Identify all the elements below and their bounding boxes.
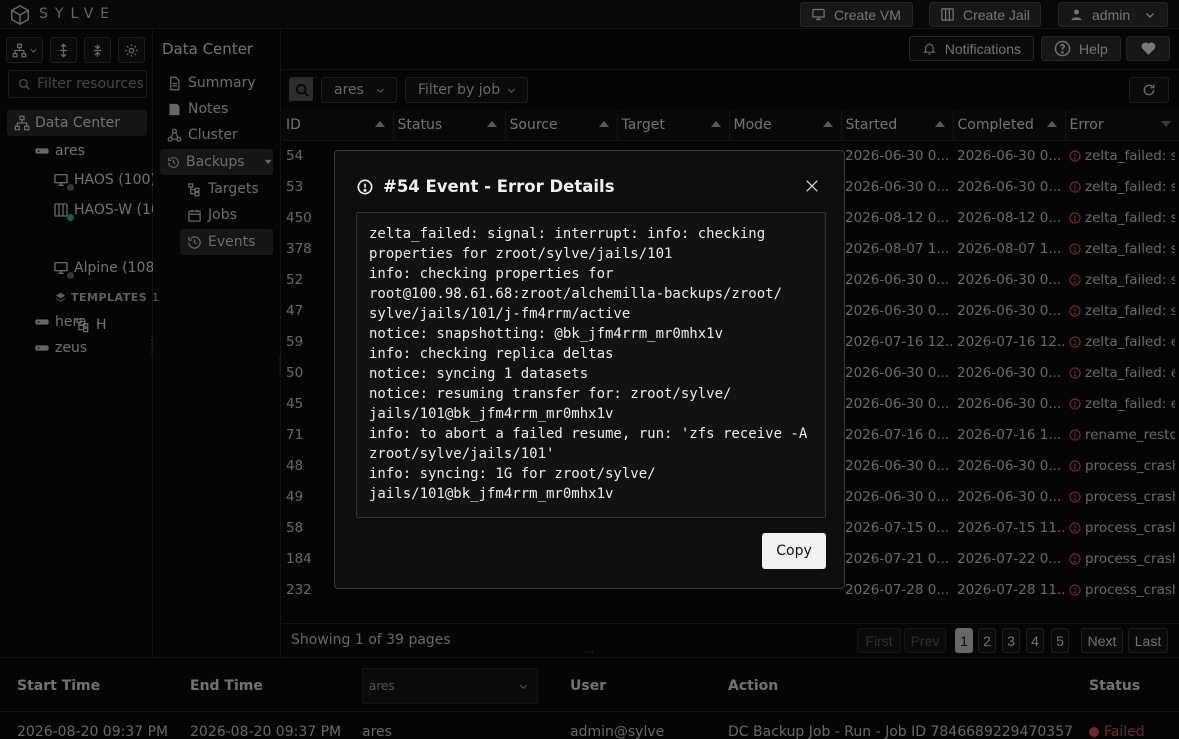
alert-circle-icon [357, 179, 373, 194]
error-line: info: to abort a failed resume, run: 'zf… [369, 426, 808, 442]
error-line: sylve/jails/101/j-fm4rrm/active [369, 306, 631, 322]
error-line: notice: syncing 1 datasets [369, 366, 589, 382]
error-line: properties for zroot/sylve/jails/101 [369, 246, 673, 262]
close-icon[interactable] [804, 178, 820, 194]
error-line: jails/101@bk_jfm4rrm_mr0mhx1v [369, 486, 614, 502]
dialog-title: #54 Event - Error Details [357, 177, 615, 196]
error-line: info: checking replica deltas [369, 346, 614, 362]
error-line: jails/101@bk_jfm4rrm_mr0mhx1v [369, 406, 614, 422]
error-line: root@100.98.61.68:zroot/alchemilla-backu… [369, 286, 783, 302]
dialog-title-text: #54 Event - Error Details [383, 177, 615, 196]
error-details-dialog: #54 Event - Error Details zelta_failed: … [334, 150, 845, 589]
copy-button[interactable]: Copy [762, 533, 826, 569]
error-line: zelta_failed: signal: interrupt: info: c… [369, 226, 766, 242]
error-line: info: checking properties for [369, 266, 614, 282]
error-message-box: zelta_failed: signal: interrupt: info: c… [356, 212, 826, 518]
error-line: notice: resuming transfer for: zroot/syl… [369, 386, 732, 402]
error-line: zroot/sylve/jails/101' [369, 446, 555, 462]
error-line: info: syncing: 1G for zroot/sylve/ [369, 466, 656, 482]
error-line: notice: snapshotting: @bk_jfm4rrm_mr0mhx… [369, 326, 724, 342]
